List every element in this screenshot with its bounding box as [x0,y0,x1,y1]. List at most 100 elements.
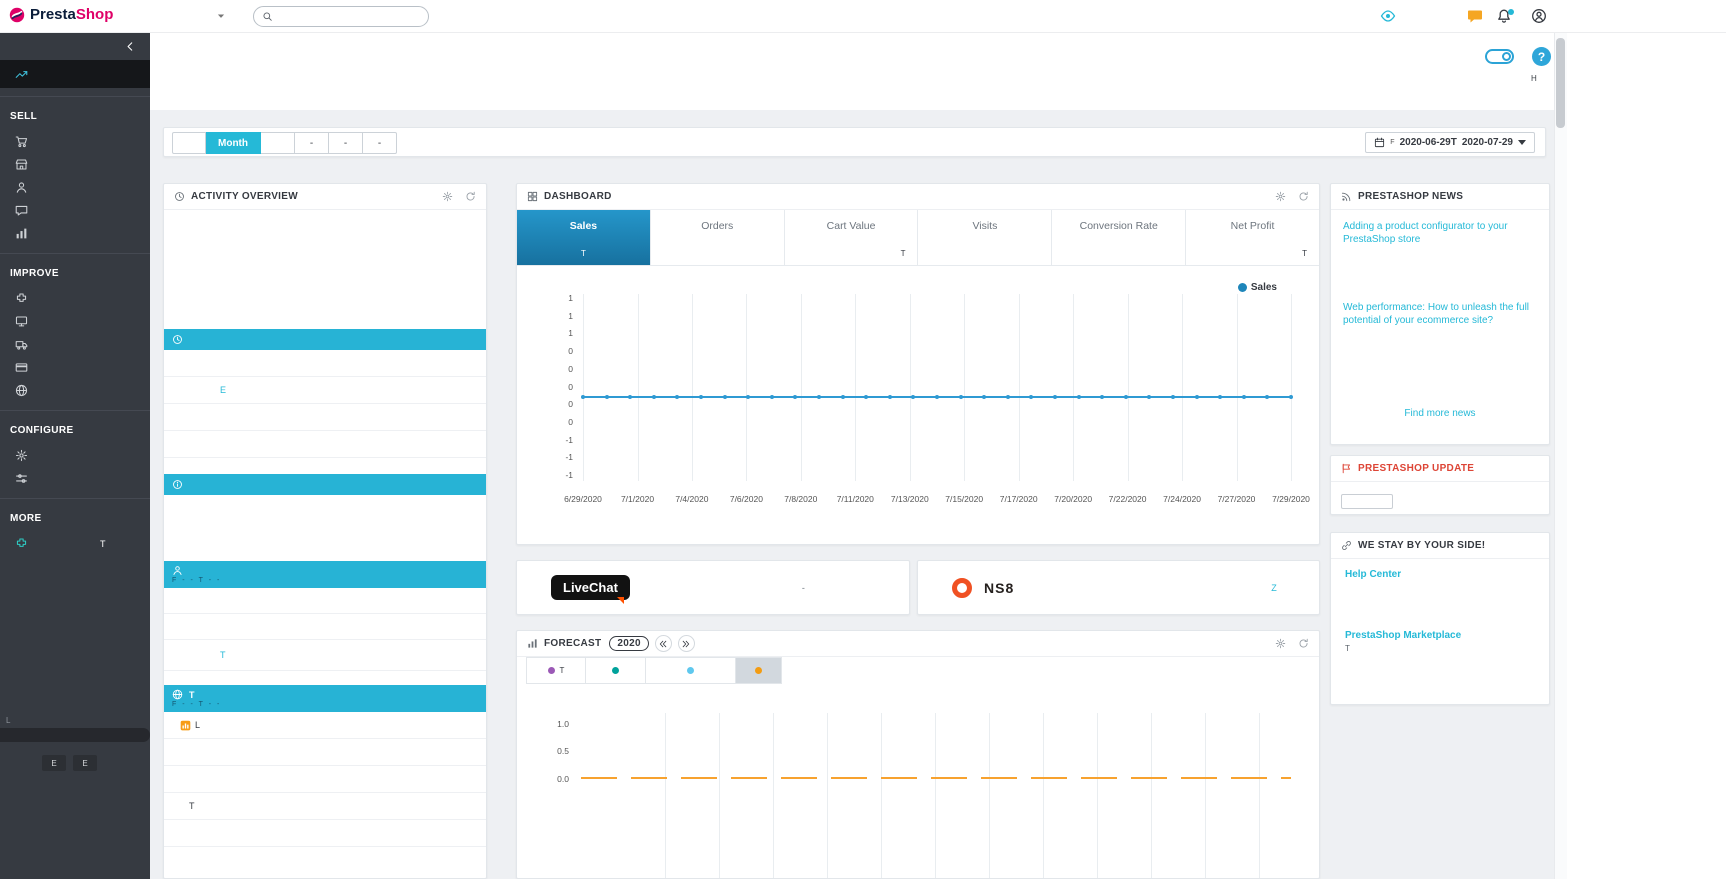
sidebar-item-stats[interactable] [0,222,150,245]
x-axis-tick: 7/24/2020 [1163,494,1201,504]
activity-section-header [164,329,486,350]
find-more-news-link[interactable]: Find more news [1331,408,1549,419]
activity-link[interactable]: E [220,385,226,395]
help-button[interactable]: ? [1532,47,1551,66]
help-label: H [1531,74,1537,83]
sidebar-item-gear[interactable] [0,444,150,467]
sidebar-item-sliders[interactable] [0,467,150,490]
panel-settings-icon[interactable] [1275,638,1286,649]
series-dot-icon [755,667,762,674]
data-point [651,395,656,399]
sidebar-item-puzzle[interactable] [0,287,150,310]
sidebar-item-store[interactable] [0,153,150,176]
support-note: T [1345,644,1350,653]
activity-section-header [164,474,486,495]
gridline [881,713,882,878]
forecast-prev-button[interactable] [654,635,672,652]
activity-section-header: TF - - T - - [164,685,486,712]
support-link[interactable]: Help Center [1345,569,1401,580]
activity-row: L [164,712,486,739]
info-icon [172,479,183,490]
range-button--[interactable]: - [363,132,397,154]
stats-icon [15,227,28,240]
prestashop-logo[interactable]: PrestaShop [9,6,113,23]
date-range-picker[interactable]: F 2020-06-29T 2020-07-29 [1365,132,1535,153]
puzzle-icon [15,292,28,305]
sidebar-item-truck[interactable] [0,333,150,356]
module-icon [15,537,28,550]
range-button--[interactable]: - [295,132,329,154]
account-icon[interactable] [1531,8,1547,24]
sidebar-footer-button-1[interactable]: E [73,755,97,771]
gridline [989,713,990,878]
flag-icon [1341,463,1352,474]
search-input[interactable] [278,11,420,22]
prestashop-admin-dashboard: PrestaShop ? H SELL IMPROVE CONFIGURE MORE T… [0,0,1726,879]
gridline [1043,713,1044,878]
y-axis-tick: -1 [565,470,573,480]
range-button-Month[interactable]: Month [206,132,261,154]
sidebar-item-message[interactable] [0,199,150,222]
debug-eye-icon[interactable] [1380,8,1396,24]
scrollbar-track[interactable] [1554,33,1567,879]
dashboard-panel: DASHBOARD Sales T Orders Cart Value T Visits C… [516,183,1320,545]
quick-access-caret-icon[interactable] [216,11,226,21]
gridline [1151,713,1152,878]
search-box[interactable] [253,6,429,27]
sidebar-item-cart[interactable] [0,130,150,153]
data-point [1147,395,1152,399]
link-icon [1341,540,1352,551]
gridline [746,294,748,481]
range-button-0[interactable] [172,132,206,154]
gear-icon [15,449,28,462]
forecast-tab-0[interactable]: T [526,657,586,684]
livechat-module-card[interactable]: LiveChat - [516,560,910,615]
gridline [719,713,720,878]
panel-settings-icon[interactable] [442,191,453,202]
y-axis-tick: 0 [568,346,573,357]
forecast-next-button[interactable] [677,635,695,652]
activity-link[interactable]: T [220,650,226,660]
sidebar-item-dashboard[interactable] [0,60,150,88]
support-link[interactable]: PrestaShop Marketplace [1345,630,1461,641]
gridline [1127,294,1129,481]
sidebar-item-card[interactable] [0,356,150,379]
gridline [773,713,774,878]
gridline [583,294,584,481]
range-button--[interactable]: - [329,132,363,154]
ns8-module-card[interactable]: NS8 Z [917,560,1320,615]
globe-icon [15,384,28,397]
activity-row [164,431,486,458]
clock-icon [172,334,183,345]
notifications-button[interactable] [1496,9,1514,28]
activity-row: E [164,377,486,404]
news-article-link[interactable]: Web performance: How to unleash the full… [1343,301,1537,327]
activity-row [164,588,486,614]
gridline [1259,713,1260,878]
activity-row: T [164,640,486,671]
sidebar-item-monitor[interactable] [0,310,150,333]
scrollbar-thumb[interactable] [1556,38,1565,128]
y-axis-tick: 0 [568,381,573,392]
monitor-icon [15,315,28,328]
panel-refresh-icon[interactable] [1298,638,1309,649]
x-axis-tick: 7/13/2020 [890,494,929,504]
sidebar-item-module[interactable]: T [0,532,150,555]
demo-mode-toggle[interactable] [1485,49,1514,64]
sidebar-footer-button-0[interactable]: E [42,755,66,771]
news-article-link[interactable]: Adding a product configurator to your Pr… [1343,220,1537,246]
forecast-tab-1[interactable] [586,657,646,684]
ns8-logo-text: NS8 [984,579,1015,596]
forecast-tab-2[interactable] [646,657,736,684]
x-axis-tick: 7/27/2020 [1217,494,1256,504]
sidebar-item-globe[interactable] [0,379,150,402]
data-point [746,395,751,399]
gridline [637,294,639,481]
sidebar-item-customer[interactable] [0,176,150,199]
forecast-tab-3[interactable] [736,657,782,684]
panel-refresh-icon[interactable] [465,191,476,202]
range-button-2[interactable] [261,132,295,154]
messages-icon[interactable] [1467,8,1483,24]
update-button[interactable] [1341,494,1393,509]
sidebar-collapse-button[interactable] [0,33,150,60]
